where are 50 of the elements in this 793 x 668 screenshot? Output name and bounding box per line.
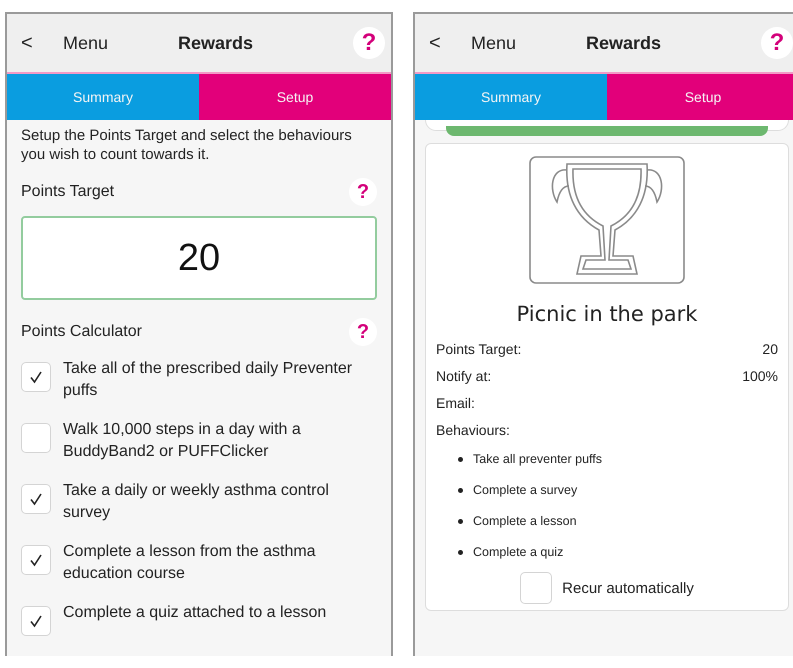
tab[interactable]: Setup [199, 74, 391, 120]
detail-label: Behaviours: [436, 421, 510, 440]
intro-text: Setup the Points Target and select the behaviours you wish to count towards it. [21, 126, 353, 164]
menu-button[interactable]: Menu [471, 32, 516, 54]
back-button[interactable]: < [21, 32, 51, 54]
behaviour-label: Walk 10,000 steps in a day with a BuddyBand2 or PUFFClicker [63, 420, 302, 462]
points-target-field[interactable]: 20 [21, 216, 377, 300]
help-button[interactable]: ? [349, 318, 377, 346]
help-button[interactable]: ? [353, 27, 385, 59]
checkbox[interactable] [21, 484, 51, 514]
checkbox[interactable] [21, 545, 51, 575]
check-icon [29, 614, 43, 628]
detail-label: Email: [436, 394, 475, 413]
reward-title: Picnic in the park [516, 302, 698, 326]
behaviour-label: Take all of the prescribed daily Preventer puffs [63, 359, 354, 401]
page-title: Rewards [178, 32, 254, 54]
behaviour-item: Complete a survey [473, 482, 578, 499]
tab[interactable]: Summary [415, 74, 607, 120]
checkbox[interactable] [21, 606, 51, 636]
behaviour-item: Complete a quiz [473, 544, 564, 561]
help-button[interactable]: ? [349, 178, 377, 206]
check-icon [29, 492, 43, 506]
trophy-icon [529, 156, 685, 284]
help-button[interactable]: ? [761, 27, 793, 59]
tab[interactable]: Setup [607, 74, 793, 120]
checkbox[interactable] [21, 362, 51, 392]
menu-button[interactable]: Menu [63, 32, 108, 54]
section-label: Points Calculator [21, 323, 142, 341]
section-label: Points Target [21, 183, 114, 201]
detail-label: Points Target: [436, 340, 522, 359]
check-icon [29, 553, 43, 567]
recur-label: Recur automatically [562, 580, 694, 596]
behaviour-label: Take a daily or weekly asthma control survey [63, 481, 330, 523]
behaviour-item: Complete a lesson [473, 513, 577, 530]
tab[interactable]: Summary [7, 74, 199, 120]
bullet-icon [458, 519, 463, 524]
detail-label: Notify at: [436, 367, 492, 386]
check-icon [29, 370, 43, 384]
back-button[interactable]: < [429, 32, 459, 54]
behaviour-label: Complete a quiz attached to a lesson [63, 603, 326, 623]
page-title: Rewards [586, 32, 662, 54]
checkbox[interactable] [21, 423, 51, 453]
detail-value: 20 [762, 340, 778, 359]
bullet-icon [458, 550, 463, 555]
bullet-icon [458, 488, 463, 493]
behaviour-label: Complete a lesson from the asthma education course [63, 542, 317, 584]
bullet-icon [458, 457, 463, 462]
checkbox[interactable] [520, 572, 552, 604]
behaviour-item: Take all preventer puffs [473, 451, 602, 468]
detail-value: 100% [742, 367, 778, 386]
